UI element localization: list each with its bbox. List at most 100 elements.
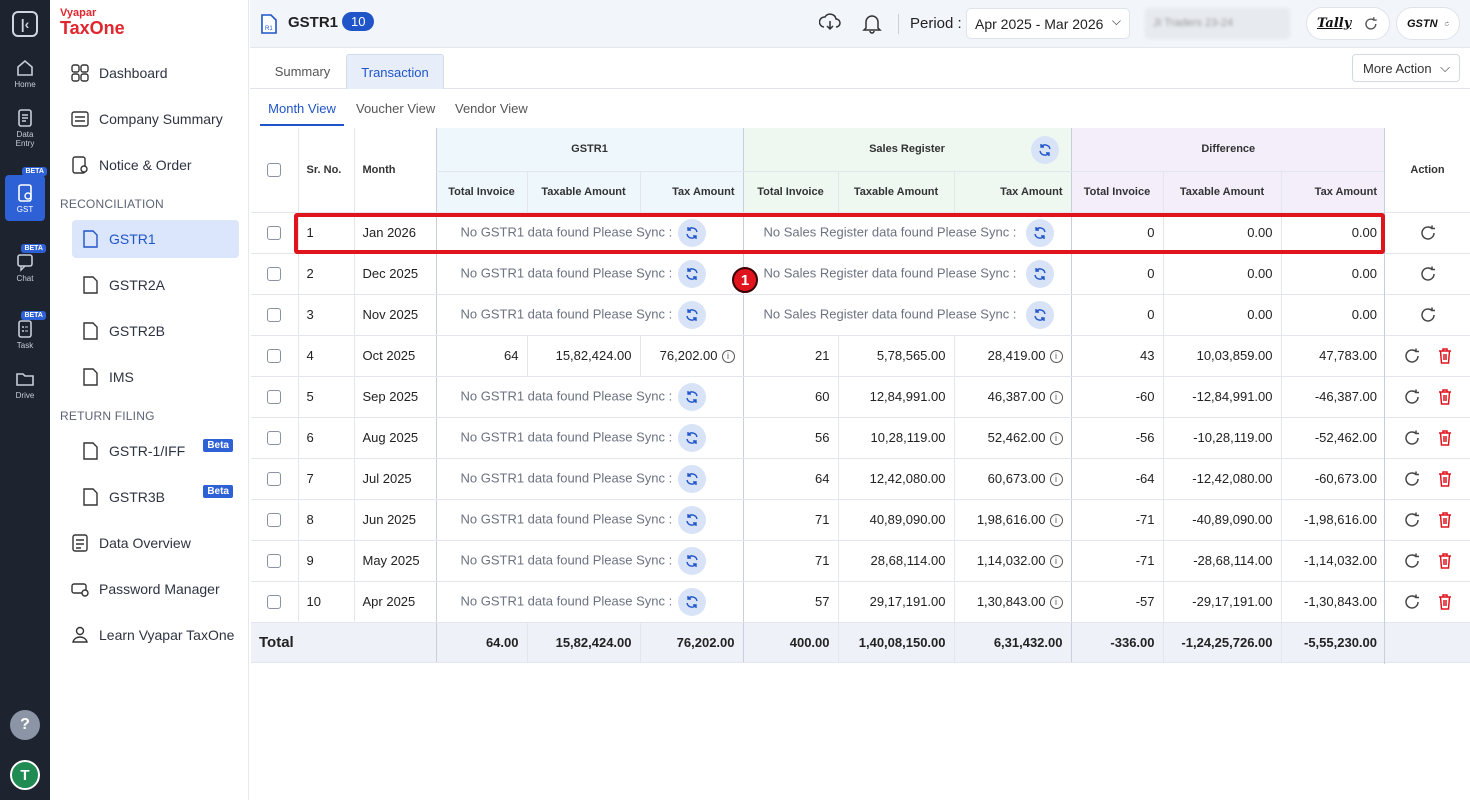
rail-item-home[interactable]: Home: [0, 58, 50, 89]
row-checkbox[interactable]: [267, 513, 282, 528]
row-checkbox[interactable]: [267, 472, 282, 487]
info-icon[interactable]: i: [1049, 514, 1063, 528]
tab-summary[interactable]: Summary: [260, 54, 345, 89]
sidebar-item-gstr1-iff[interactable]: GSTR-1/IFF Beta: [72, 434, 239, 468]
info-icon[interactable]: i: [1049, 596, 1063, 610]
refresh-icon[interactable]: [1403, 388, 1421, 406]
action-cells: [1385, 213, 1470, 663]
refresh-icon[interactable]: [1403, 593, 1421, 611]
refresh-icon[interactable]: [1403, 511, 1421, 529]
row-checkbox[interactable]: [267, 226, 282, 241]
table-row: 1 Jan 2026 No GSTR1 data found Please Sync…: [251, 212, 1386, 254]
sync-gstr1-button[interactable]: [678, 382, 707, 411]
rail-item-data-entry[interactable]: Data Entry: [0, 108, 50, 148]
folder-icon: [16, 373, 34, 386]
rail-item-gst[interactable]: BETA GST: [5, 167, 47, 221]
gstr1-doc-icon: R1: [261, 14, 277, 34]
tab-month-view[interactable]: Month View: [260, 101, 344, 126]
sidebar-item-ims[interactable]: IMS: [72, 360, 239, 394]
sync-gstr1-button[interactable]: [678, 546, 707, 575]
tab-voucher-view[interactable]: Voucher View: [356, 101, 435, 124]
delete-icon[interactable]: [1437, 511, 1453, 529]
delete-icon[interactable]: [1437, 429, 1453, 447]
select-all-checkbox[interactable]: [267, 162, 282, 177]
delete-icon[interactable]: [1437, 593, 1453, 611]
diff-total-invoice-cell: -64: [1070, 458, 1163, 500]
sync-gstr1-button[interactable]: [678, 587, 707, 616]
divider: [898, 14, 899, 34]
sync-gstr1-button[interactable]: [678, 505, 707, 534]
sidebar-item-data-overview[interactable]: Data Overview: [70, 526, 191, 560]
sidebar-item-gstr2a[interactable]: GSTR2A: [72, 268, 239, 302]
rail-item-drive[interactable]: Drive: [0, 369, 50, 400]
sidebar-item-password-manager[interactable]: Password Manager: [70, 572, 220, 606]
delete-icon[interactable]: [1437, 470, 1453, 488]
refresh-icon[interactable]: [1403, 552, 1421, 570]
info-icon[interactable]: i: [1049, 432, 1063, 446]
delete-icon[interactable]: [1437, 347, 1453, 365]
download-icon[interactable]: [819, 12, 841, 34]
row-checkbox[interactable]: [267, 267, 282, 282]
sidebar-item-company-summary[interactable]: Company Summary: [70, 102, 223, 136]
sync-sales-row-button[interactable]: [1026, 300, 1055, 329]
sidebar-item-gstr1[interactable]: GSTR1: [72, 220, 239, 258]
delete-icon[interactable]: [1437, 388, 1453, 406]
sync-gstr1-button[interactable]: [678, 259, 707, 288]
sync-sales-button[interactable]: [1030, 136, 1059, 164]
bell-icon[interactable]: [861, 12, 883, 34]
row-checkbox[interactable]: [267, 595, 282, 610]
sales-tax-cell: 28,419.00 i: [953, 335, 1071, 377]
tally-sync-button[interactable]: Tally: [1306, 7, 1390, 40]
sidebar-item-gstr2b[interactable]: GSTR2B: [72, 314, 239, 348]
sync-sales-row-button[interactable]: [1026, 259, 1055, 288]
row-checkbox[interactable]: [267, 554, 282, 569]
row-checkbox[interactable]: [267, 431, 282, 446]
refresh-icon[interactable]: [1403, 470, 1421, 488]
info-icon[interactable]: i: [1049, 350, 1063, 364]
row-checkbox[interactable]: [267, 308, 282, 323]
refresh-icon[interactable]: [1419, 265, 1437, 283]
rail-item-task[interactable]: BETA Task: [0, 311, 50, 350]
refresh-icon[interactable]: [1403, 429, 1421, 447]
sidebar-item-learn[interactable]: Learn Vyapar TaxOne: [70, 618, 234, 652]
rail-item-chat[interactable]: BETA Chat: [0, 244, 50, 283]
col-gstr1-taxable: Taxable Amount: [526, 171, 640, 213]
diff-taxable-cell: -10,28,119.00: [1162, 417, 1281, 459]
row-checkbox[interactable]: [267, 349, 282, 364]
section-return-filing: RETURN FILING: [60, 409, 155, 423]
diff-taxable-cell: 0.00: [1162, 253, 1281, 295]
sales-tax-cell: 1,14,032.00 i: [953, 540, 1071, 582]
info-icon[interactable]: i: [1049, 555, 1063, 569]
info-icon[interactable]: i: [1049, 391, 1063, 405]
sync-gstr1-button[interactable]: [678, 423, 707, 452]
more-action-button[interactable]: More Action ⌵: [1352, 54, 1460, 82]
avatar[interactable]: T: [10, 760, 40, 790]
sync-sales-row-button[interactable]: [1026, 218, 1055, 247]
refresh-icon[interactable]: [1419, 224, 1437, 242]
sync-gstr1-button[interactable]: [678, 300, 707, 329]
sales-tax-cell: 52,462.00 i: [953, 417, 1071, 459]
sales-taxable-cell: 28,68,114.00: [837, 540, 954, 582]
month-cell: Jan 2026: [353, 212, 436, 254]
info-icon[interactable]: i: [721, 350, 735, 364]
col-gstr1-tax: Tax Amount: [639, 171, 743, 213]
tab-transaction[interactable]: Transaction: [346, 54, 444, 89]
sidebar-item-dashboard[interactable]: Dashboard: [70, 56, 168, 90]
month-cell: May 2025: [353, 540, 436, 582]
row-checkbox[interactable]: [267, 390, 282, 405]
sidebar-item-notice-order[interactable]: Notice & Order: [70, 148, 192, 182]
delete-icon[interactable]: [1437, 552, 1453, 570]
company-select[interactable]: JI Traders 23-24: [1145, 8, 1290, 39]
sync-gstr1-button[interactable]: [678, 218, 707, 247]
info-icon[interactable]: i: [1049, 473, 1063, 487]
sidebar-item-gstr3b[interactable]: GSTR3B Beta: [72, 480, 239, 514]
diff-total-invoice-cell: -71: [1070, 499, 1163, 541]
sync-gstr1-button[interactable]: [678, 464, 707, 493]
period-select[interactable]: Apr 2025 - Mar 2026 ⌵: [966, 8, 1130, 39]
collapse-sidebar-icon[interactable]: |‹: [12, 11, 38, 37]
help-icon[interactable]: ?: [10, 710, 40, 740]
refresh-icon[interactable]: [1419, 306, 1437, 324]
refresh-icon[interactable]: [1403, 347, 1421, 365]
gstn-sync-button[interactable]: GSTN: [1396, 7, 1460, 40]
tab-vendor-view[interactable]: Vendor View: [455, 101, 528, 124]
